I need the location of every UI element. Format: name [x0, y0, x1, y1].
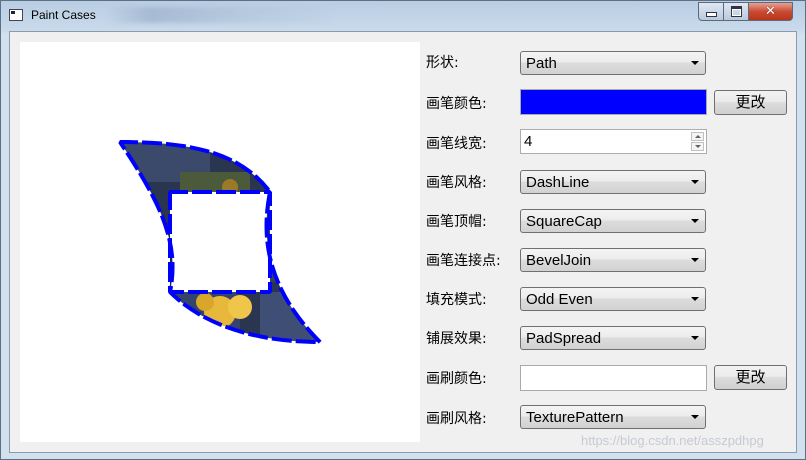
watermark-text: https://blog.csdn.net/asszpdhpg	[581, 433, 764, 448]
chevron-down-icon	[691, 219, 699, 223]
shape-combo-value: Path	[526, 55, 557, 72]
paint-canvas[interactable]	[20, 42, 420, 442]
shape-combo[interactable]: Path	[520, 51, 706, 75]
chevron-down-icon	[691, 415, 699, 419]
pen-width-value: 4	[524, 133, 533, 150]
minimize-button[interactable]	[698, 2, 724, 21]
pen-style-label: 画笔风格:	[426, 175, 487, 191]
brush-color-change-button[interactable]: 更改	[714, 365, 787, 390]
pen-color-label: 画笔颜色:	[426, 96, 487, 112]
title-bar[interactable]: Paint Cases ✕	[1, 1, 805, 31]
window-title: Paint Cases	[31, 8, 96, 22]
path-stroke	[118, 140, 322, 344]
pen-join-label: 画笔连接点:	[426, 253, 501, 269]
close-button[interactable]: ✕	[748, 2, 793, 21]
app-icon[interactable]	[9, 9, 23, 21]
pen-join-combo[interactable]: BevelJoin	[520, 248, 706, 272]
brush-style-combo[interactable]: TexturePattern	[520, 405, 706, 429]
pen-style-combo-value: DashLine	[526, 174, 590, 191]
chevron-down-icon	[691, 258, 699, 262]
brush-style-combo-value: TexturePattern	[526, 409, 624, 426]
spread-label: 铺展效果:	[426, 331, 487, 347]
chevron-down-icon	[691, 180, 699, 184]
maximize-icon	[730, 6, 742, 17]
chevron-down-icon	[691, 297, 699, 301]
pen-color-change-button[interactable]: 更改	[714, 90, 787, 115]
minimize-icon	[705, 12, 717, 17]
brush-style-label: 画刷风格:	[426, 411, 487, 427]
brush-color-swatch	[520, 365, 707, 391]
spin-down-arrow-icon[interactable]	[691, 142, 704, 151]
chevron-down-icon	[691, 61, 699, 65]
brush-color-label: 画刷颜色:	[426, 371, 487, 387]
fill-mode-combo-value: Odd Even	[526, 291, 593, 308]
fill-mode-label: 填充模式:	[426, 292, 487, 308]
spread-combo[interactable]: PadSpread	[520, 326, 706, 350]
close-icon: ✕	[765, 4, 776, 19]
painted-path-shape	[118, 140, 322, 344]
client-area: 形状: Path 画笔颜色: 更改 画笔线宽: 4 画笔风格: DashLine…	[9, 31, 797, 453]
pen-style-combo[interactable]: DashLine	[520, 170, 706, 194]
pen-join-combo-value: BevelJoin	[526, 252, 592, 269]
maximize-button[interactable]	[723, 2, 749, 21]
app-window: Paint Cases ✕ 形状: Path 画笔颜色: 更改 画笔线宽: 4 …	[0, 0, 806, 460]
pen-cap-combo[interactable]: SquareCap	[520, 209, 706, 233]
pen-color-swatch	[520, 89, 707, 115]
chevron-down-icon	[691, 336, 699, 340]
pen-cap-combo-value: SquareCap	[526, 213, 602, 230]
spin-up-arrow-icon[interactable]	[691, 132, 704, 141]
pen-cap-label: 画笔顶帽:	[426, 214, 487, 230]
pen-width-spinbox[interactable]: 4	[520, 129, 707, 154]
spread-combo-value: PadSpread	[526, 330, 602, 347]
blurred-background-taskbar	[105, 7, 335, 23]
fill-mode-combo[interactable]: Odd Even	[520, 287, 706, 311]
pen-width-label: 画笔线宽:	[426, 136, 487, 152]
shape-label: 形状:	[426, 55, 459, 71]
